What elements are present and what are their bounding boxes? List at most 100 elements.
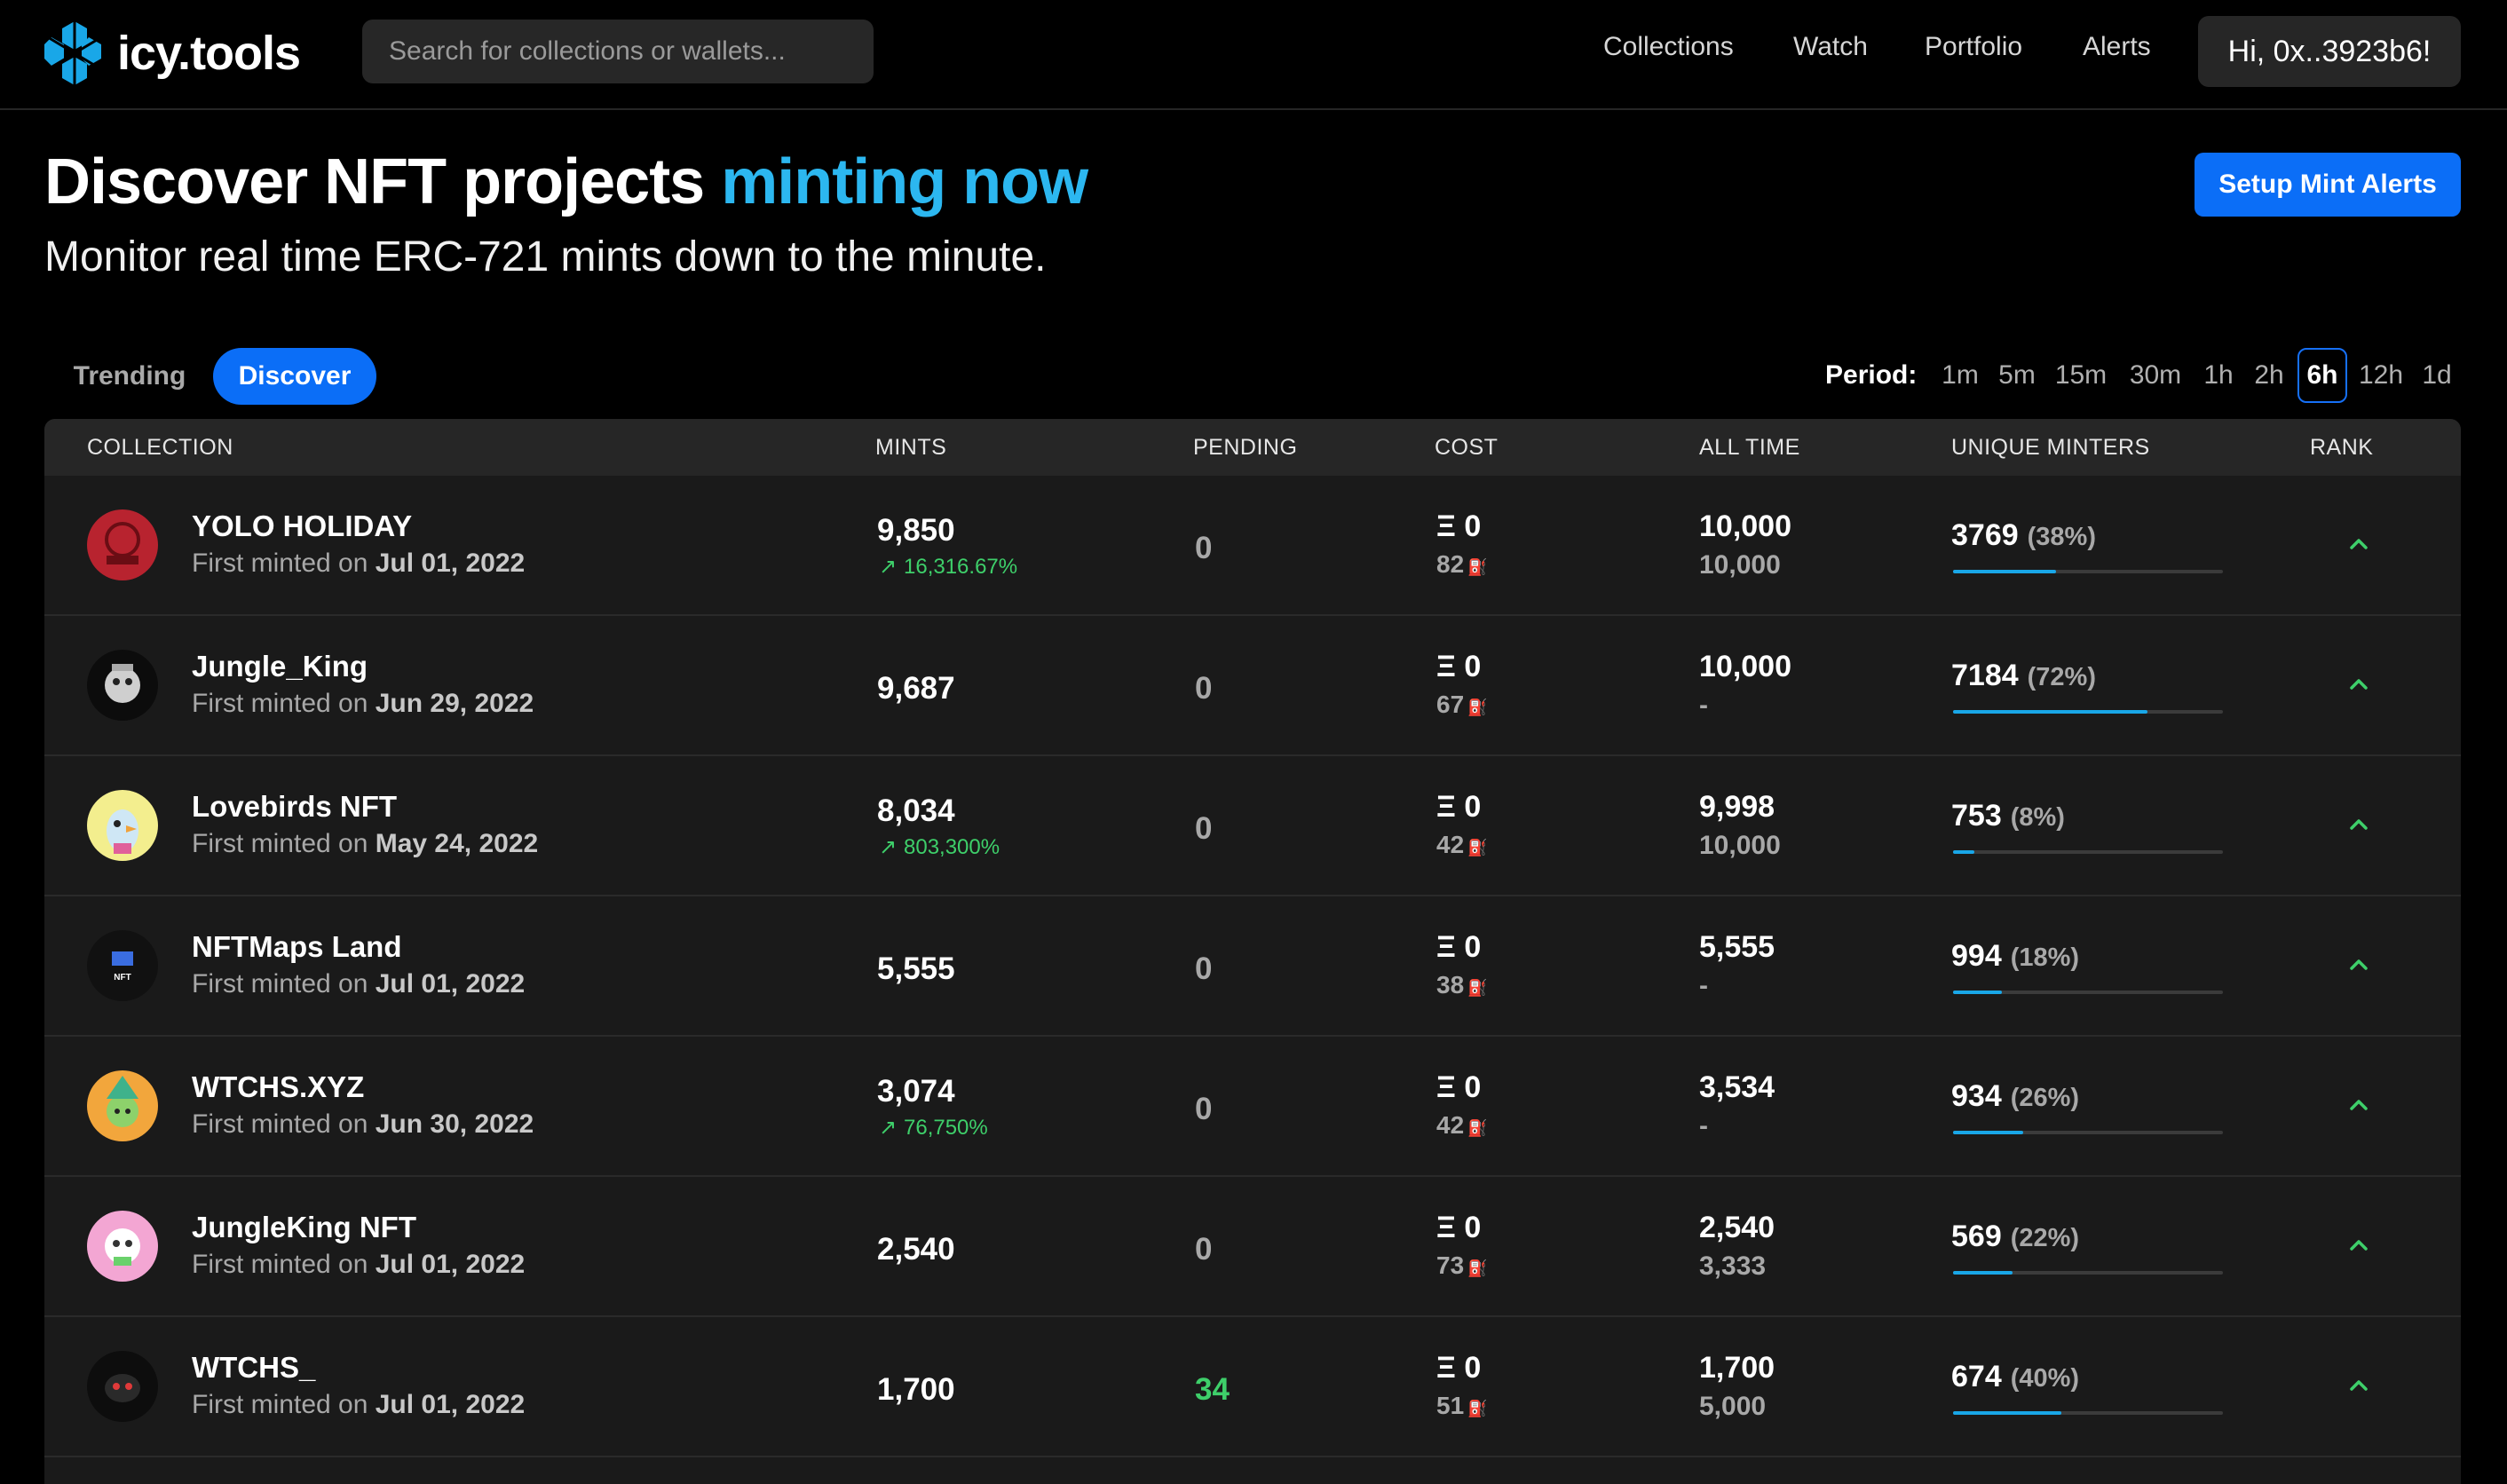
collection-name[interactable]: YOLO HOLIDAY xyxy=(192,509,412,543)
chevron-up-icon[interactable] xyxy=(2345,1372,2372,1399)
unique-minters-pct: (72%) xyxy=(2027,663,2096,691)
period-12h[interactable]: 12h xyxy=(2353,348,2409,403)
collection-name[interactable]: NFTMaps Land xyxy=(192,930,402,964)
pending-count: 0 xyxy=(1195,1092,1213,1126)
nav-watch[interactable]: Watch xyxy=(1793,32,1868,62)
unique-minters-count: 3769 xyxy=(1951,518,2019,552)
gas-value: 67 ⛽ xyxy=(1436,691,1488,719)
pending-count: 0 xyxy=(1195,1232,1213,1267)
gas-value: 42 ⛽ xyxy=(1436,831,1488,859)
period-1h[interactable]: 1h xyxy=(2196,348,2241,403)
first-minted-prefix: First minted on xyxy=(192,689,376,718)
collection-name[interactable]: Jungle_King xyxy=(192,650,368,683)
header-mints[interactable]: MINTS xyxy=(875,435,946,461)
mint-cost: Ξ 0 xyxy=(1436,1070,1482,1104)
header-collection[interactable]: COLLECTION xyxy=(87,435,233,461)
period-1m[interactable]: 1m xyxy=(1935,348,1985,403)
chevron-up-icon[interactable] xyxy=(2345,1232,2372,1259)
chevron-up-icon[interactable] xyxy=(2345,951,2372,978)
tab-discover[interactable]: Discover xyxy=(213,348,376,405)
collection-name[interactable]: WTCHS.XYZ xyxy=(192,1070,364,1104)
gas-pump-icon: ⛽ xyxy=(1467,1259,1488,1277)
mints-count: 9,850 xyxy=(877,513,955,548)
unique-minters-count: 753 xyxy=(1951,799,2002,833)
period-1d[interactable]: 1d xyxy=(2415,348,2459,403)
nav-portfolio[interactable]: Portfolio xyxy=(1925,32,2022,62)
max-supply: - xyxy=(1699,1111,1708,1141)
header-rank[interactable]: RANK xyxy=(2310,435,2373,461)
account-button[interactable]: Hi, 0x..3923b6! xyxy=(2198,16,2461,87)
mints-change-value: 803,300% xyxy=(904,835,1000,859)
nav-collections[interactable]: Collections xyxy=(1603,32,1734,62)
pending-count: 0 xyxy=(1195,951,1213,986)
header-unique-minters[interactable]: UNIQUE MINTERS xyxy=(1951,435,2150,461)
chevron-up-icon[interactable] xyxy=(2345,671,2372,698)
search-input[interactable] xyxy=(362,20,874,83)
unique-minters-pct: (8%) xyxy=(2010,803,2065,832)
collection-avatar xyxy=(87,509,158,580)
unique-minters-bar-fill xyxy=(1953,850,1975,854)
unique-minters: 674 (40%) xyxy=(1951,1360,2079,1394)
unique-minters-bar-fill xyxy=(1953,991,2002,994)
avatar-image xyxy=(87,790,158,861)
max-supply: 10,000 xyxy=(1699,831,1781,860)
setup-mint-alerts-button[interactable]: Setup Mint Alerts xyxy=(2195,153,2461,217)
period-2h[interactable]: 2h xyxy=(2246,348,2292,403)
unique-minters-bar xyxy=(1953,710,2223,714)
page-subtitle: Monitor real time ERC-721 mints down to … xyxy=(44,233,1047,280)
table-row[interactable]: YOLO HOLIDAY First minted on Jul 01, 202… xyxy=(44,476,2461,616)
all-time-count: 9,998 xyxy=(1699,790,1775,824)
tab-trending[interactable]: Trending xyxy=(57,348,202,405)
collection-name[interactable]: JungleKing NFT xyxy=(192,1211,416,1244)
header-pending[interactable]: PENDING xyxy=(1193,435,1297,461)
period-30m[interactable]: 30m xyxy=(2120,348,2191,403)
gas-value: 38 ⛽ xyxy=(1436,971,1488,999)
table-row[interactable]: NFT NFTMaps Land First minted on Jul 01,… xyxy=(44,896,2461,1037)
first-minted: First minted on Jul 01, 2022 xyxy=(192,1390,525,1420)
arrow-up-right-icon: ↗ xyxy=(879,555,898,579)
max-supply: - xyxy=(1699,971,1708,1000)
first-minted: First minted on Jun 30, 2022 xyxy=(192,1109,534,1140)
mints-table: COLLECTION MINTS PENDING COST ALL TIME U… xyxy=(44,419,2461,1484)
collection-avatar xyxy=(87,650,158,721)
mints-change: ↗ 803,300% xyxy=(879,834,1000,860)
gas-value: 51 ⛽ xyxy=(1436,1392,1488,1420)
collection-name[interactable]: WTCHS_ xyxy=(192,1351,315,1385)
first-minted: First minted on Jul 01, 2022 xyxy=(192,1250,525,1280)
unique-minters-count: 569 xyxy=(1951,1220,2002,1253)
table-row[interactable]: Lovebirds NFT First minted on May 24, 20… xyxy=(44,756,2461,896)
period-5m[interactable]: 5m xyxy=(1990,348,2044,403)
table-row[interactable]: JungleKing NFT First minted on Jul 01, 2… xyxy=(44,1177,2461,1317)
collection-avatar xyxy=(87,1351,158,1422)
pending-count: 0 xyxy=(1195,671,1213,706)
gas-amount: 73 xyxy=(1436,1251,1465,1279)
pending-count: 34 xyxy=(1195,1372,1230,1407)
header-all-time[interactable]: ALL TIME xyxy=(1699,435,1800,461)
nav-alerts[interactable]: Alerts xyxy=(2083,32,2151,62)
mint-cost: Ξ 0 xyxy=(1436,1211,1482,1244)
table-row[interactable]: Jungle_King First minted on Jun 29, 2022… xyxy=(44,616,2461,756)
chevron-up-icon[interactable] xyxy=(2345,531,2372,557)
unique-minters-bar xyxy=(1953,850,2223,854)
unique-minters-count: 994 xyxy=(1951,939,2002,973)
mints-count: 5,555 xyxy=(877,951,955,986)
header-cost[interactable]: COST xyxy=(1435,435,1498,461)
chevron-up-icon[interactable] xyxy=(2345,811,2372,838)
unique-minters-bar-fill xyxy=(1953,570,2056,573)
collection-name[interactable]: Lovebirds NFT xyxy=(192,790,397,824)
table-row[interactable]: WTCHS_ First minted on Jul 01, 2022 1,70… xyxy=(44,1317,2461,1457)
first-minted-date: Jul 01, 2022 xyxy=(375,549,526,578)
table-header: COLLECTION MINTS PENDING COST ALL TIME U… xyxy=(44,419,2461,476)
table-row[interactable]: WTCHS.XYZ First minted on Jun 30, 2022 3… xyxy=(44,1037,2461,1177)
gas-pump-icon: ⛽ xyxy=(1467,839,1488,856)
first-minted: First minted on Jul 01, 2022 xyxy=(192,969,525,999)
avatar-image xyxy=(87,509,158,580)
period-15m[interactable]: 15m xyxy=(2047,348,2115,403)
logo[interactable]: icy.tools xyxy=(43,18,301,89)
unique-minters-count: 674 xyxy=(1951,1360,2002,1393)
avatar-image xyxy=(87,1351,158,1422)
first-minted-prefix: First minted on xyxy=(192,969,376,999)
gas-value: 73 ⛽ xyxy=(1436,1251,1488,1280)
chevron-up-icon[interactable] xyxy=(2345,1092,2372,1118)
period-6h[interactable]: 6h xyxy=(2297,348,2347,403)
